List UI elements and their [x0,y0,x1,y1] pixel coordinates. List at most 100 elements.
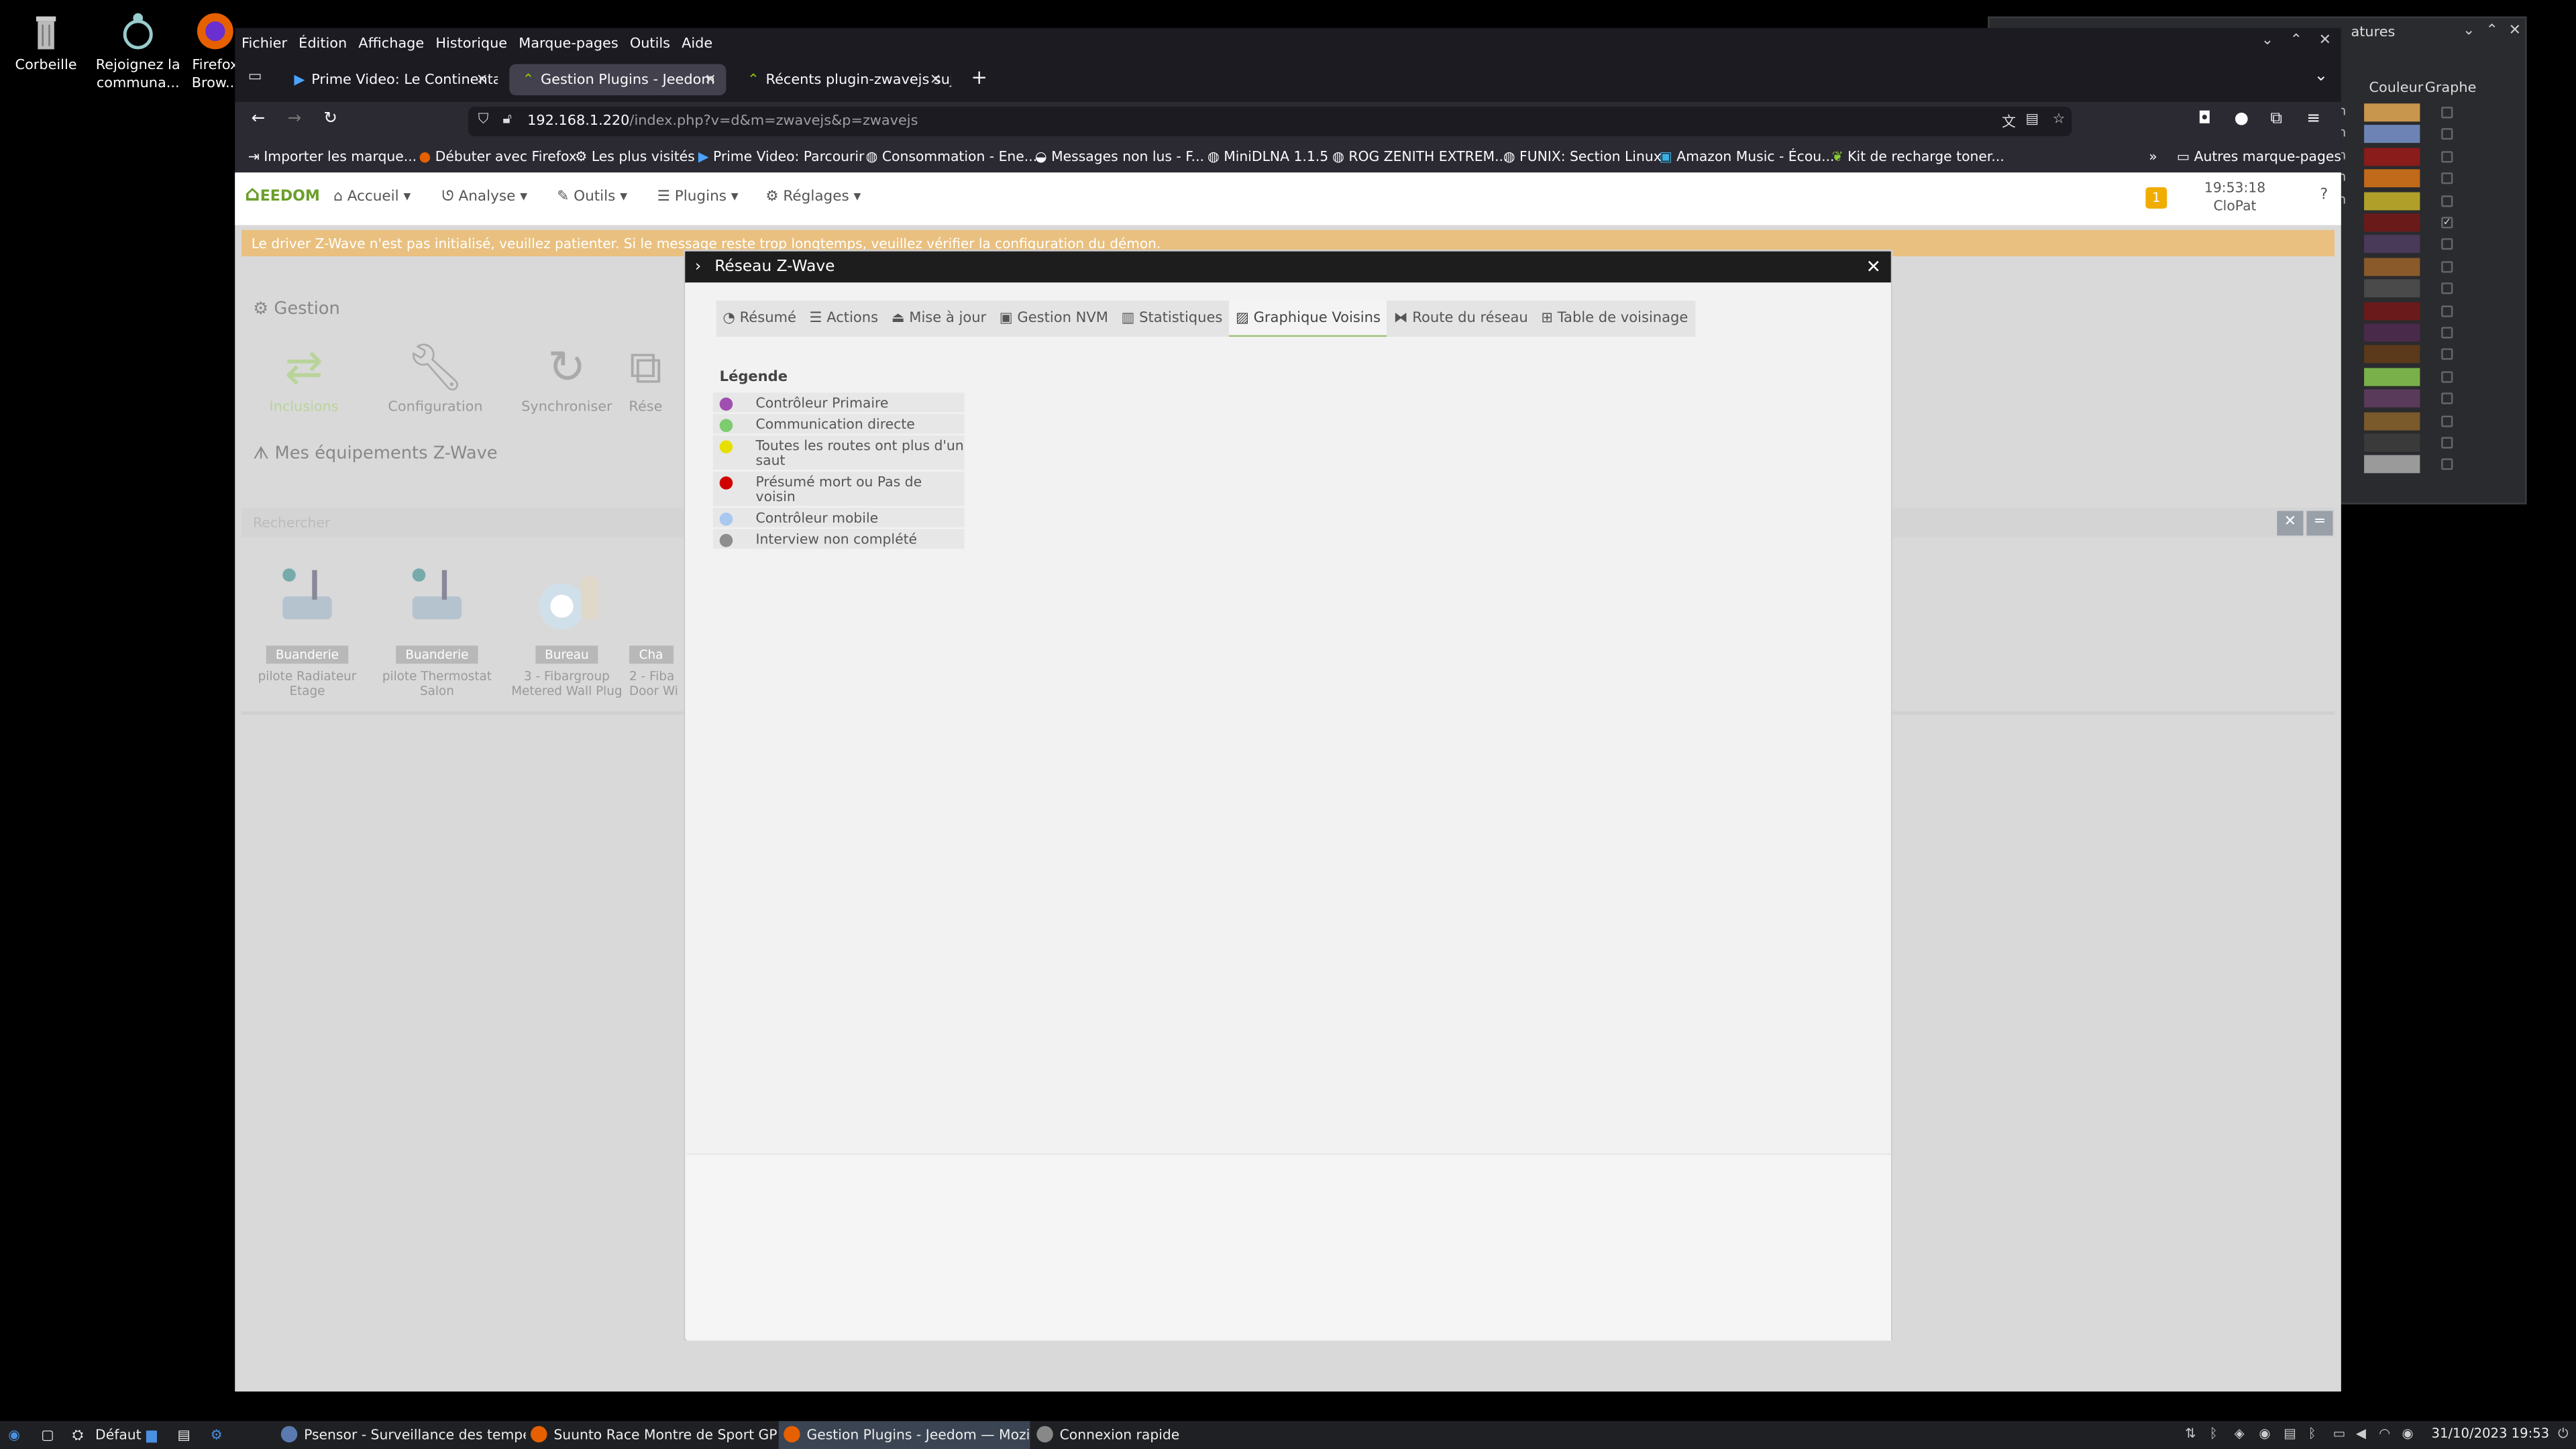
more-bookmarks-icon[interactable]: » [2149,148,2157,164]
graph-checkbox[interactable] [2441,459,2453,471]
graph-checkbox[interactable] [2441,260,2453,273]
graph-checkbox[interactable] [2441,392,2453,405]
maximize-icon[interactable]: ⌃ [2485,23,2498,39]
tab-mise-a-jour[interactable]: ⏏ Mise à jour [885,301,993,337]
color-swatch[interactable] [2364,147,2420,166]
tab-recents-plugin[interactable]: ⌃ Récents plugin-zwavejs sujet ✕ [735,64,951,96]
tab-resume[interactable]: ◔ Résumé [716,301,803,337]
url-bar[interactable]: ⛉ 🔓︎ 192.168.1.220/index.php?v=d&m=zwave… [468,107,2072,137]
community-desktop-icon[interactable]: Rejoignez la communa... [89,10,187,94]
graph-checkbox[interactable] [2441,327,2453,339]
reseau-button[interactable]: ⧉ Rése [612,340,678,416]
bookmark-item[interactable]: ◍ MiniDLNA 1.1.5 [1208,148,1328,164]
clear-search-icon[interactable]: ✕ [2277,511,2304,536]
nav-outils[interactable]: ✎ Outils ▾ [557,189,627,205]
reader-view-icon[interactable]: ▤ [2026,112,2039,128]
close-icon[interactable]: ✕ [2319,33,2331,49]
menu-marque-pages[interactable]: Marque-pages [519,36,628,52]
equipment-card[interactable]: Buanderie pilote Thermostat Salon [371,560,502,698]
color-swatch[interactable] [2364,433,2420,452]
graph-checkbox[interactable] [2441,107,2453,119]
lock-icon[interactable]: 🔓︎ [502,112,512,128]
reload-icon[interactable]: ↻ [323,110,337,128]
graph-checkbox[interactable] [2441,305,2453,317]
app-launcher-icon[interactable]: ◉ [8,1426,20,1442]
tab-statistiques[interactable]: ▥ Statistiques [1115,301,1229,337]
bookmark-item[interactable]: ● Débuter avec Firefox [419,148,576,164]
tab-table-de-voisinage[interactable]: ⊞ Table de voisinage [1535,301,1695,337]
close-tab-icon[interactable]: ✕ [930,72,941,88]
display-tray-icon[interactable]: ▭ [2333,1426,2346,1441]
graph-checkbox[interactable] [2441,349,2453,361]
nav-plugins[interactable]: ☰ Plugins ▾ [657,189,739,205]
tab-gestion-nvm[interactable]: ▣ Gestion NVM [993,301,1115,337]
color-swatch[interactable] [2364,455,2420,474]
color-swatch[interactable] [2364,279,2420,298]
color-swatch[interactable] [2364,368,2420,386]
tab-prime-video[interactable]: ▶ Prime Video: Le Continental ✕ [281,64,498,96]
activities-icon[interactable]: ⛭ [72,1426,83,1444]
minimize-icon[interactable]: ⌄ [2463,23,2475,39]
tab-list-icon[interactable]: ▭ [248,69,262,85]
menu-outils[interactable]: Outils [630,36,680,52]
close-icon[interactable]: ✕ [2509,23,2521,39]
graph-checkbox[interactable] [2441,415,2453,427]
graph-checkbox[interactable] [2441,195,2453,207]
jeedom-logo[interactable]: ⌂EEDOM [245,182,320,207]
tab-graphique-voisins[interactable]: ▨ Graphique Voisins [1229,301,1387,337]
nav-analyse[interactable]: ᘎ Analyse ▾ [442,189,527,205]
inclusions-button[interactable]: ⇄ Inclusions [238,340,370,416]
menu-icon[interactable]: ≡ [2306,110,2320,128]
menu-historique[interactable]: Historique [435,36,517,52]
other-bookmarks[interactable]: ▭ Autres marque-pages [2177,148,2341,164]
show-desktop-icon[interactable]: ▢ [41,1426,54,1442]
bookmark-item[interactable]: ⚙ Les plus visités [575,148,695,164]
layout-label[interactable]: Défaut [95,1426,142,1442]
bookmark-star-icon[interactable]: ☆ [2053,112,2065,128]
taskbar-app-connexion[interactable]: Connexion rapide [1032,1421,1283,1449]
color-swatch[interactable] [2364,257,2420,276]
menu-affichage[interactable]: Affichage [358,36,434,52]
bookmark-item[interactable]: ◒ Messages non lus - F... [1035,148,1204,164]
notification-badge[interactable]: 1 [2145,187,2167,209]
configuration-button[interactable]: 🔧︎ Configuration [370,340,501,416]
graph-checkbox[interactable] [2441,172,2453,184]
menu-edition[interactable]: Édition [299,36,357,52]
color-swatch[interactable] [2364,213,2420,232]
color-swatch[interactable] [2364,301,2420,320]
taskbar-app-jeedom[interactable]: Gestion Plugins - Jeedom — Mozill... [778,1421,1030,1449]
tray-icon[interactable]: ◉ [2259,1426,2270,1441]
update-tray-icon[interactable]: ◉ [2402,1426,2413,1441]
network-tray-icon[interactable]: ⇅ [2185,1426,2196,1441]
color-swatch[interactable] [2364,389,2420,408]
bookmark-item[interactable]: ◍ ROG ZENITH EXTREM... [1332,148,1507,164]
tab-actions[interactable]: ☰ Actions [803,301,885,337]
tab-gestion-plugins[interactable]: ⌃ Gestion Plugins - Jeedom ✕ [509,64,727,96]
help-icon[interactable]: ? [2320,187,2328,203]
graph-checkbox[interactable] [2441,150,2453,162]
minimize-icon[interactable]: ⌄ [2261,33,2273,49]
close-tab-icon[interactable]: ✕ [476,72,488,88]
graph-checkbox[interactable] [2441,239,2453,251]
shield-icon[interactable]: ⛉ [478,112,489,128]
wifi-tray-icon[interactable]: ◠ [2379,1426,2390,1441]
color-swatch[interactable] [2364,169,2420,188]
maximize-icon[interactable]: ⌃ [2290,33,2302,49]
graph-checkbox[interactable] [2441,128,2453,141]
tray-icon[interactable]: ◈ [2235,1426,2245,1441]
menu-fichier[interactable]: Fichier [241,36,297,52]
list-all-tabs-icon[interactable]: ⌄ [2314,67,2328,85]
color-swatch[interactable] [2364,411,2420,430]
equipment-card[interactable]: Buanderie pilote Radiateur Etage [241,560,373,698]
settings-icon[interactable]: ⚙ [210,1426,222,1442]
bookmark-item[interactable]: ❦ Kit de recharge toner... [1832,148,2004,164]
color-swatch[interactable] [2364,125,2420,144]
color-swatch[interactable] [2364,191,2420,210]
new-tab-icon[interactable]: + [971,66,987,89]
back-icon[interactable]: ← [252,110,266,128]
color-swatch[interactable] [2364,103,2420,122]
color-swatch[interactable] [2364,345,2420,364]
close-modal-icon[interactable]: ✕ [1866,252,1882,283]
bookmark-item[interactable]: ◍ FUNIX: Section Linux [1503,148,1662,164]
color-swatch[interactable] [2364,235,2420,254]
